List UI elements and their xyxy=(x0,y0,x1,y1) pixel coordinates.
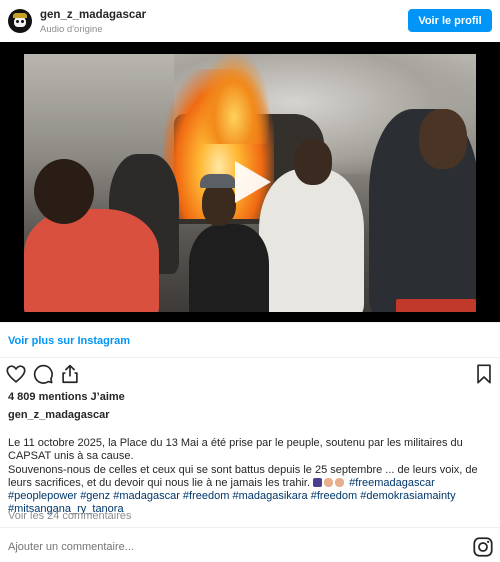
caption: Le 11 octobre 2025, la Place du 13 Mai a… xyxy=(8,437,494,517)
view-profile-button[interactable]: Voir le profil xyxy=(408,9,492,32)
person xyxy=(189,224,269,312)
audio-subtitle[interactable]: Audio d'origine xyxy=(40,24,103,35)
share-icon[interactable] xyxy=(59,363,81,385)
video-player[interactable] xyxy=(0,42,500,322)
fire-top xyxy=(199,54,269,144)
see-more-link[interactable]: Voir plus sur Instagram xyxy=(8,335,130,347)
person xyxy=(24,209,159,312)
person xyxy=(259,169,364,312)
divider xyxy=(0,322,500,323)
comment-input[interactable] xyxy=(8,541,448,553)
bookmark-icon[interactable] xyxy=(473,363,495,385)
flag-icon xyxy=(313,477,323,487)
heart-icon[interactable] xyxy=(5,363,27,385)
play-icon[interactable] xyxy=(227,159,273,205)
fist-icon xyxy=(324,477,334,487)
avatar[interactable] xyxy=(8,9,32,33)
username-link[interactable]: gen_z_madagascar xyxy=(40,9,146,21)
likes-count[interactable]: 4 809 mentions J’aime xyxy=(8,391,125,403)
divider xyxy=(0,527,500,528)
caption-text: Le 11 octobre 2025, la Place du 13 Mai a… xyxy=(8,437,463,463)
person-head xyxy=(419,109,467,169)
instagram-icon[interactable] xyxy=(472,536,494,558)
caption-username[interactable]: gen_z_madagascar xyxy=(8,409,110,421)
comment-icon[interactable] xyxy=(32,363,54,385)
person-head xyxy=(34,159,94,224)
divider xyxy=(0,357,500,358)
view-comments-link[interactable]: Voir les 24 commentaires xyxy=(8,510,132,522)
person-shorts xyxy=(396,299,476,312)
post-header: gen_z_madagascar Audio d'origine Voir le… xyxy=(0,0,500,42)
person-head xyxy=(294,139,332,185)
fist-icon xyxy=(335,477,345,487)
hat-icon xyxy=(13,13,27,18)
